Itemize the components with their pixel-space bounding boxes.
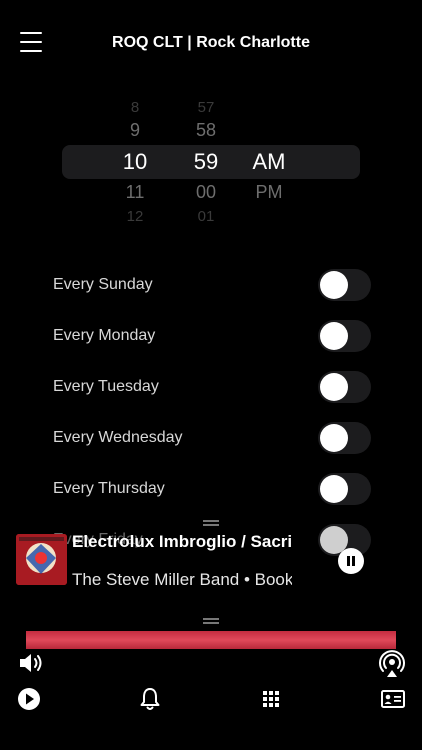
minute-option: 00 bbox=[195, 182, 217, 202]
repeat-day-row: Every Monday bbox=[0, 311, 422, 362]
minute-option: 57 bbox=[197, 99, 215, 116]
repeat-day-label: Every Sunday bbox=[53, 276, 153, 293]
tab-bar bbox=[0, 680, 422, 720]
repeat-day-toggle[interactable] bbox=[318, 422, 371, 454]
repeat-day-toggle[interactable] bbox=[318, 320, 371, 352]
ampm-selected: AM bbox=[252, 149, 286, 174]
time-picker[interactable]: 8 9 10 11 12 57 58 59 00 01 AM PM bbox=[62, 95, 360, 225]
hour-option: 12 bbox=[126, 208, 144, 225]
repeat-day-row: Every Sunday bbox=[0, 260, 422, 311]
toggle-knob bbox=[320, 424, 348, 452]
toggle-knob bbox=[320, 373, 348, 401]
ampm-option: PM bbox=[255, 182, 283, 202]
ad-banner[interactable] bbox=[26, 631, 396, 649]
toggle-knob bbox=[320, 271, 348, 299]
hour-selected: 10 bbox=[122, 149, 148, 174]
page-title: ROQ CLT | Rock Charlotte bbox=[112, 34, 310, 51]
repeat-day-label: Every Thursday bbox=[53, 480, 165, 497]
repeat-day-label: Every Tuesday bbox=[53, 378, 159, 395]
artist-album-line: The Steve Miller Band • Book of Dreams bbox=[72, 570, 292, 589]
bell-icon[interactable] bbox=[137, 686, 165, 714]
header: ROQ CLT | Rock Charlotte bbox=[0, 0, 422, 88]
repeat-day-row: Every Thursday bbox=[0, 464, 422, 515]
repeat-day-label: Every Wednesday bbox=[53, 429, 183, 446]
pause-icon[interactable] bbox=[338, 548, 364, 574]
speaker-icon[interactable] bbox=[18, 651, 46, 675]
toggle-knob bbox=[320, 322, 348, 350]
repeat-day-toggle[interactable] bbox=[318, 473, 371, 505]
minute-option: 01 bbox=[197, 208, 215, 225]
album-art bbox=[16, 534, 67, 585]
track-title: Electrolux Imbroglio / Sacrifice bbox=[72, 532, 292, 551]
contact-card-icon[interactable] bbox=[380, 686, 408, 714]
repeat-day-label: Every Monday bbox=[53, 327, 156, 344]
toggle-knob bbox=[320, 475, 348, 503]
hour-option: 11 bbox=[125, 182, 145, 202]
drag-handle-icon[interactable] bbox=[203, 618, 219, 624]
repeat-day-toggle[interactable] bbox=[318, 371, 371, 403]
airplay-icon[interactable] bbox=[378, 650, 406, 678]
minute-selected: 59 bbox=[193, 149, 219, 174]
grid-icon[interactable] bbox=[258, 686, 286, 714]
drag-handle-icon[interactable] bbox=[203, 520, 219, 526]
repeat-day-row: Every Tuesday bbox=[0, 362, 422, 413]
repeat-day-row: Every Wednesday bbox=[0, 413, 422, 464]
mini-player[interactable]: Electrolux Imbroglio / Sacrifice The Ste… bbox=[0, 512, 422, 636]
minute-option: 58 bbox=[195, 120, 217, 140]
hour-option: 9 bbox=[129, 120, 140, 140]
repeat-day-toggle[interactable] bbox=[318, 269, 371, 301]
play-icon[interactable] bbox=[16, 686, 44, 714]
hour-option: 8 bbox=[130, 99, 140, 116]
